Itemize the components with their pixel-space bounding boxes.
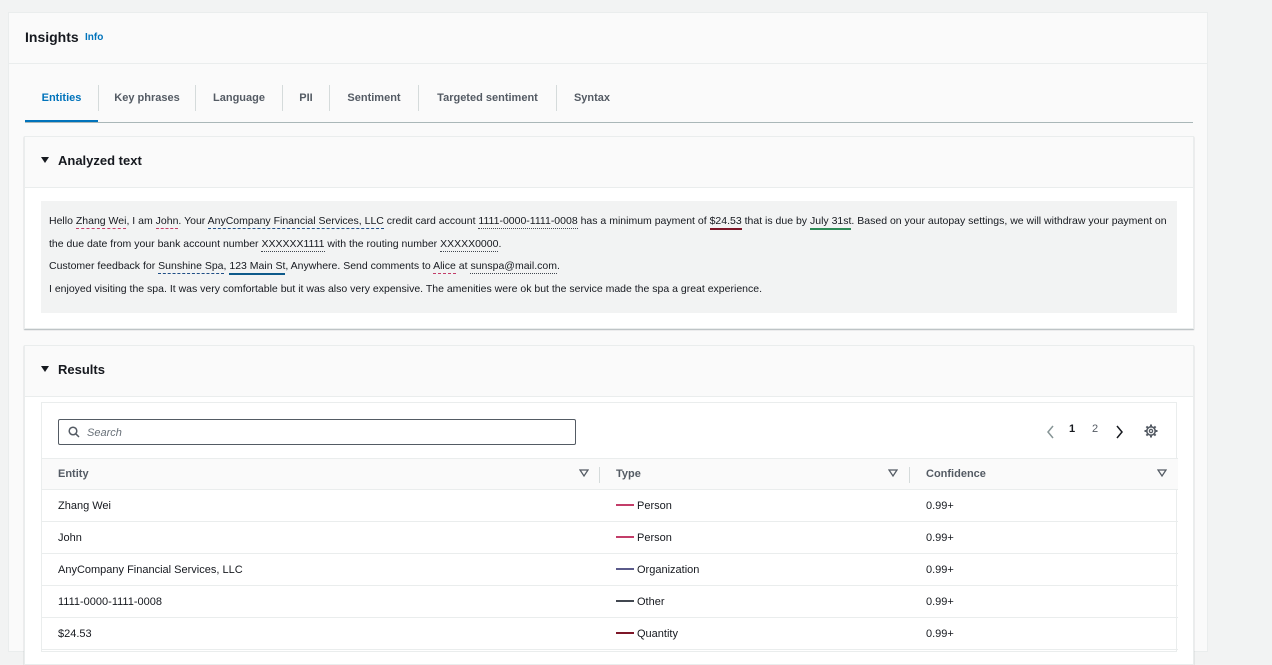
table-row[interactable]: John Person 0.99+ [42,522,1178,554]
text-line: Customer feedback for Sunshine Spa, 123 … [49,255,1169,278]
entity-highlight[interactable]: 1111-0000-1111-0008 [478,215,578,229]
page-header: Insights Info [9,13,1207,64]
text-segment: has a minimum payment of [577,215,710,227]
entity-highlight[interactable]: XXXXXX1111 [261,237,325,252]
tab-pii[interactable]: PII [283,85,329,122]
chevron-left-icon[interactable] [1046,425,1056,439]
entity-highlight[interactable]: Sunshine Spa [158,260,224,274]
tab-syntax[interactable]: Syntax [557,85,627,122]
column-header-type[interactable]: Type [616,468,641,480]
tab-language[interactable]: Language [196,85,282,122]
page-2[interactable]: 2 [1092,423,1098,435]
entity-cell: John [58,532,82,544]
type-label: Quantity [637,628,678,640]
confidence-cell: 0.99+ [926,596,954,608]
entity-cell: $24.53 [58,628,92,640]
chevron-right-icon[interactable] [1114,425,1124,439]
entity-highlight[interactable]: sunspa@mail.com [470,260,557,274]
entity-highlight[interactable]: Alice [433,260,456,274]
table-header: Entity Type Confidence [42,458,1178,490]
sort-down-icon[interactable] [888,468,898,478]
text-segment: credit card account [383,215,479,227]
table-row[interactable]: Zhang Wei Person 0.99+ [42,490,1178,522]
type-color-swatch [616,504,634,507]
entity-cell: Zhang Wei [58,500,111,512]
text-segment: that is due by [741,215,810,227]
analyzed-text-title: Analyzed text [58,153,142,168]
type-label: Person [637,500,672,512]
text-segment: , I am [126,215,156,227]
entity-cell: AnyCompany Financial Services, LLC [58,564,243,576]
text-segment: Customer feedback for [49,260,159,272]
type-color-swatch [616,600,634,603]
results-header[interactable]: Results [25,346,1193,397]
tab-sentiment[interactable]: Sentiment [330,85,418,122]
results-container: Results 1 2 [24,345,1194,665]
page-1[interactable]: 1 [1069,423,1075,435]
text-segment: at [455,260,471,272]
tab-entities[interactable]: Entities [25,85,98,122]
tab-key-phrases[interactable]: Key phrases [99,85,195,122]
confidence-cell: 0.99+ [926,564,954,576]
text-segment: , Anywhere. Send comments to [285,260,434,272]
text-segment: with the routing number [324,237,441,250]
confidence-cell: 0.99+ [926,500,954,512]
confidence-cell: 0.99+ [926,628,954,640]
type-label: Person [637,532,672,544]
search-box [58,419,576,445]
text-segment: Hello [49,215,76,227]
text-segment: . Your [178,215,208,227]
type-label: Organization [637,564,700,576]
table-row[interactable]: AnyCompany Financial Services, LLC Organ… [42,554,1178,586]
type-color-swatch [616,568,634,571]
page-title: Insights [25,29,79,45]
type-label: Other [637,596,665,608]
text-segment: . [556,260,560,272]
entity-highlight[interactable]: $24.53 [709,215,742,230]
type-cell: Person [616,532,672,544]
type-cell: Organization [616,564,699,576]
gear-icon[interactable] [1144,424,1158,438]
analyzed-text-container: Analyzed text Hello Zhang Wei, I am John… [24,136,1194,329]
text-segment: I enjoyed visiting the spa. It was very … [49,282,763,295]
type-color-swatch [616,632,634,635]
text-line: I enjoyed visiting the spa. It was very … [49,278,1169,301]
analyzed-text-header[interactable]: Analyzed text [25,137,1193,188]
column-header-entity[interactable]: Entity [58,468,89,480]
caret-down-icon [41,366,49,372]
results-table-container: 1 2 Entity Type [41,402,1178,652]
search-input[interactable] [85,423,559,443]
results-title: Results [58,362,105,377]
info-link[interactable]: Info [85,32,103,43]
tab-targeted-sentiment[interactable]: Targeted sentiment [419,85,556,122]
entity-highlight[interactable]: Zhang Wei [75,215,127,229]
type-cell: Person [616,500,672,512]
entity-highlight[interactable]: John [155,215,179,229]
table-row[interactable]: $24.53 Quantity 0.99+ [42,618,1178,650]
confidence-cell: 0.99+ [926,532,954,544]
sort-down-icon[interactable] [1157,468,1167,478]
type-cell: Quantity [616,628,678,640]
tab-list: Entities Key phrases Language PII Sentim… [25,85,1193,123]
entity-cell: 1111-0000-1111-0008 [58,596,162,608]
insights-panel: Insights Info Entities Key phrases Langu… [8,12,1208,665]
caret-down-icon [41,157,49,163]
column-header-confidence[interactable]: Confidence [926,468,986,480]
search-icon [68,426,80,438]
text-line: Hello Zhang Wei, I am John. Your AnyComp… [49,210,1169,255]
type-cell: Other [616,596,665,608]
table-row[interactable]: 1111-0000-1111-0008 Other 0.99+ [42,586,1178,618]
column-divider [599,467,600,483]
entity-highlight[interactable]: XXXXX0000 [440,237,499,252]
sort-down-icon[interactable] [579,468,589,478]
analyzed-text-body: Hello Zhang Wei, I am John. Your AnyComp… [41,201,1177,313]
entity-highlight[interactable]: July 31st [809,215,852,230]
entity-highlight[interactable]: AnyCompany Financial Services, LLC [207,215,384,229]
type-color-swatch [616,536,634,539]
text-segment: . [498,237,502,250]
column-divider [909,467,910,483]
entity-highlight[interactable]: 123 Main St [229,260,286,275]
